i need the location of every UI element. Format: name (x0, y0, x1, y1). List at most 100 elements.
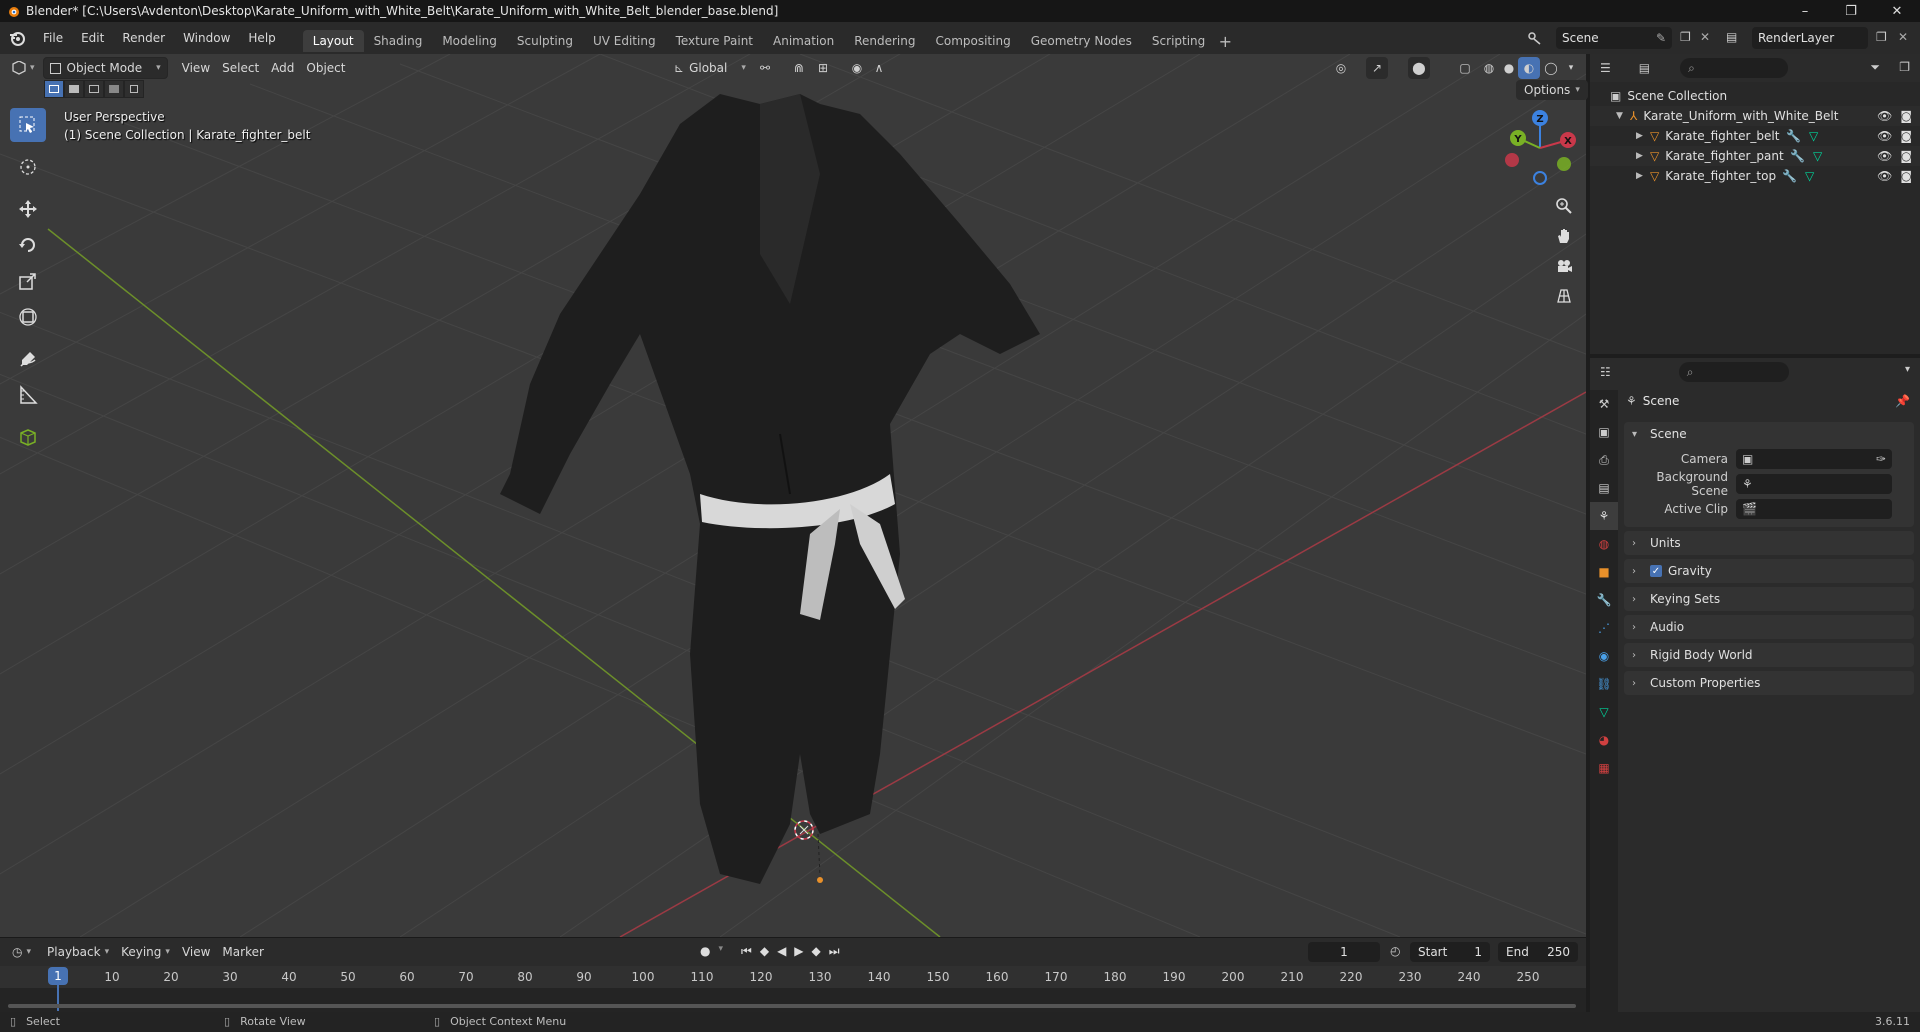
render-layer-field[interactable]: RenderLayer (1752, 27, 1868, 49)
output-properties-icon[interactable]: ⎙ (1590, 446, 1618, 474)
eye-icon[interactable]: 👁 (1877, 129, 1892, 143)
editor-type-icon[interactable] (8, 57, 30, 79)
menu-window[interactable]: Window (174, 27, 239, 49)
tab-geometry-nodes[interactable]: Geometry Nodes (1021, 30, 1142, 52)
end-frame-field[interactable]: End 250 (1498, 942, 1578, 962)
rendered-shading-icon[interactable]: ◯ (1540, 57, 1562, 79)
background-scene-field[interactable]: ⚘ (1736, 473, 1892, 494)
timeline-editor-icon[interactable]: ◷ (12, 945, 22, 959)
menu-timeline-view[interactable]: View (176, 941, 216, 963)
render-properties-icon[interactable]: ▣ (1590, 418, 1618, 446)
collapse-arrow-icon[interactable]: ▶ (1636, 131, 1650, 141)
solid-shading-icon[interactable]: ● (1498, 57, 1520, 79)
menu-file[interactable]: File (34, 27, 72, 49)
display-mode-icon[interactable]: ▤ (1639, 61, 1650, 75)
world-properties-icon[interactable]: ◍ (1590, 530, 1618, 558)
data-properties-icon[interactable]: ▽ (1590, 698, 1618, 726)
transform-tool-icon[interactable] (10, 300, 46, 334)
wireframe-shading-icon[interactable]: ◍ (1478, 57, 1500, 79)
material-properties-icon[interactable]: ◕ (1590, 726, 1618, 754)
select-intersect-icon[interactable] (124, 80, 144, 98)
filter-icon[interactable]: ⏷ (1870, 60, 1880, 75)
menu-edit[interactable]: Edit (72, 27, 113, 49)
timeline-track-area[interactable] (0, 988, 1586, 1013)
modifier-wrench-icon[interactable]: 🔧 (1790, 149, 1805, 163)
scene-properties-icon[interactable]: ⚘ (1590, 502, 1618, 530)
shading-options-chevron-icon[interactable]: ▾ (1560, 57, 1582, 79)
particle-properties-icon[interactable]: ⋰ (1590, 614, 1618, 642)
texture-properties-icon[interactable]: ▦ (1590, 754, 1618, 782)
annotate-tool-icon[interactable] (10, 342, 46, 376)
collapse-arrow-icon[interactable]: ▶ (1636, 171, 1650, 181)
ortho-grid-icon[interactable] (1550, 282, 1578, 310)
eye-icon[interactable]: 👁 (1877, 169, 1892, 183)
overlays-toggle-icon[interactable]: ⬤ (1408, 57, 1430, 79)
maximize-button[interactable]: ❐ (1828, 0, 1874, 22)
neg-y-axis-icon[interactable] (1557, 157, 1571, 171)
audio-panel-header[interactable]: › Audio (1624, 615, 1914, 639)
outliner-search-input[interactable]: ⌕ (1680, 58, 1789, 78)
view-layer-icon[interactable]: ▤ (1726, 30, 1737, 44)
eye-icon[interactable]: 👁 (1877, 109, 1892, 123)
mesh-data-icon[interactable]: ▽ (1805, 169, 1814, 183)
menu-view[interactable]: View (176, 57, 216, 79)
falloff-icon[interactable]: ∧ (868, 57, 890, 79)
physics-properties-icon[interactable]: ◉ (1590, 642, 1618, 670)
collapse-arrow-icon[interactable]: ▶ (1636, 151, 1650, 161)
new-scene-icon[interactable]: ❐ (1680, 30, 1691, 44)
pin-icon[interactable]: ✎ (1656, 31, 1666, 45)
close-button[interactable]: ✕ (1874, 0, 1920, 22)
menu-help[interactable]: Help (239, 27, 284, 49)
tab-modeling[interactable]: Modeling (432, 30, 507, 52)
options-dropdown[interactable]: Options ▾ (1516, 80, 1588, 100)
pivot-point-icon[interactable]: ⚯ (754, 57, 776, 79)
camera-render-icon[interactable]: ◙ (1900, 129, 1912, 143)
rotate-tool-icon[interactable] (10, 228, 46, 262)
delete-layer-icon[interactable]: ✕ (1898, 30, 1908, 44)
outliner-object-pant[interactable]: ▶ ▽ Karate_fighter_pant 🔧 ▽ 👁 ◙ (1590, 146, 1920, 166)
xray-toggle-icon[interactable]: ▢ (1454, 57, 1476, 79)
scene-panel-header[interactable]: ▾ Scene (1624, 422, 1914, 446)
camera-render-icon[interactable]: ◙ (1900, 109, 1912, 123)
keying-sets-panel-header[interactable]: › Keying Sets (1624, 587, 1914, 611)
camera-field[interactable]: ▣ ✑ (1736, 448, 1892, 469)
chevron-down-icon[interactable]: ▾ (1905, 364, 1910, 375)
proportional-editing-icon[interactable]: ◉ (846, 57, 868, 79)
menu-select[interactable]: Select (216, 57, 265, 79)
add-workspace-button[interactable]: + (1215, 30, 1235, 52)
editor-type-chevron-icon[interactable]: ▾ (30, 63, 35, 73)
tab-animation[interactable]: Animation (763, 30, 844, 52)
jump-start-icon[interactable]: ⏮ (741, 944, 752, 959)
new-collection-icon[interactable]: ❐ (1899, 60, 1910, 74)
clock-icon[interactable]: ◴ (1390, 944, 1400, 958)
menu-playback[interactable]: Playback ▾ (41, 941, 115, 963)
select-invert-icon[interactable] (104, 80, 124, 98)
3d-viewport[interactable] (0, 54, 1586, 937)
play-reverse-icon[interactable]: ◀ (777, 944, 786, 959)
menu-render[interactable]: Render (113, 27, 174, 49)
scale-tool-icon[interactable] (10, 264, 46, 298)
units-panel-header[interactable]: › Units (1624, 531, 1914, 555)
minimize-button[interactable]: – (1782, 0, 1828, 22)
select-extend-icon[interactable] (64, 80, 84, 98)
custom-properties-panel-header[interactable]: › Custom Properties (1624, 671, 1914, 695)
menu-object[interactable]: Object (300, 57, 351, 79)
delete-scene-icon[interactable]: ✕ (1700, 30, 1710, 44)
current-frame-field[interactable]: 1 (1308, 942, 1380, 962)
zoom-icon[interactable] (1550, 192, 1578, 220)
expand-arrow-icon[interactable]: ▼ (1616, 111, 1630, 121)
eye-icon[interactable]: 👁 (1877, 149, 1892, 163)
modifier-properties-icon[interactable]: 🔧 (1590, 586, 1618, 614)
record-icon[interactable]: ● (700, 944, 710, 959)
gravity-panel-header[interactable]: › ✓ Gravity (1624, 559, 1914, 583)
add-cube-tool-icon[interactable] (10, 420, 46, 454)
timeline-scrollbar[interactable] (8, 1004, 1576, 1008)
playhead[interactable]: 1 (48, 967, 68, 985)
jump-end-icon[interactable]: ⏭ (829, 944, 840, 959)
pan-hand-icon[interactable] (1550, 222, 1578, 250)
snap-target-icon[interactable]: ⊞ (812, 57, 834, 79)
material-preview-shading-icon[interactable]: ◐ (1518, 57, 1540, 79)
rigid-body-world-panel-header[interactable]: › Rigid Body World (1624, 643, 1914, 667)
outliner-object-belt[interactable]: ▶ ▽ Karate_fighter_belt 🔧 ▽ 👁 ◙ (1590, 126, 1920, 146)
outliner-object-top[interactable]: ▶ ▽ Karate_fighter_top 🔧 ▽ 👁 ◙ (1590, 166, 1920, 186)
